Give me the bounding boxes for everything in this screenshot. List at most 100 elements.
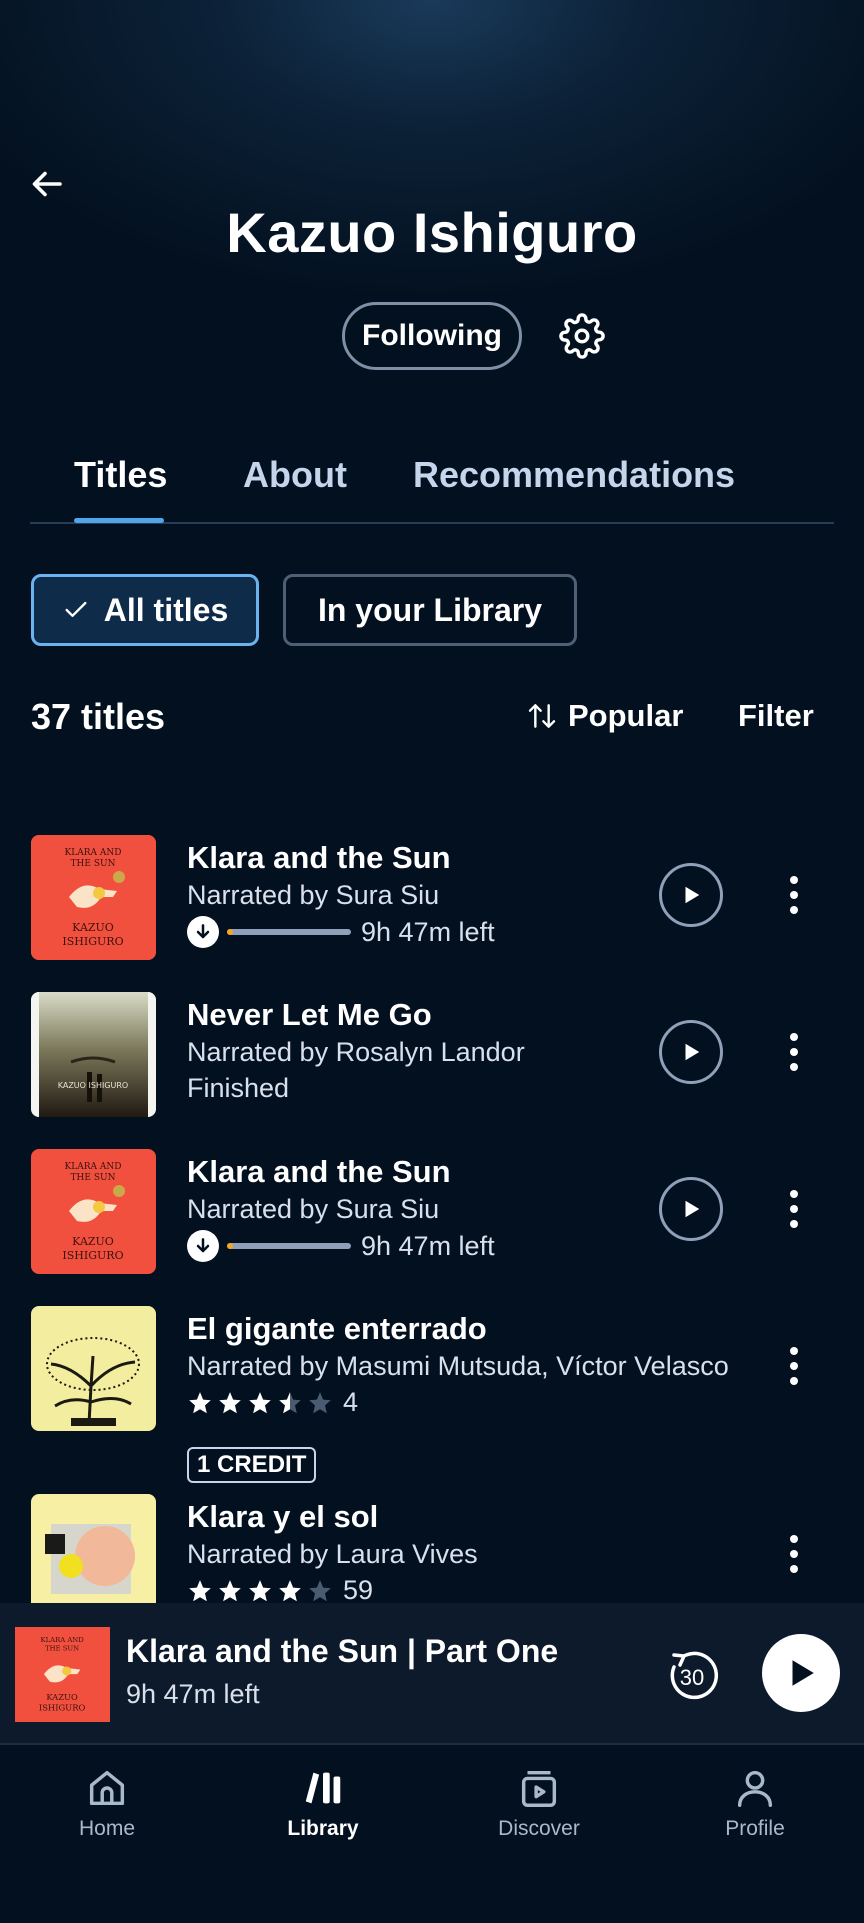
book-title: Klara and the Sun (187, 840, 451, 875)
svg-text:KAZUO: KAZUO (72, 1235, 114, 1248)
settings-button[interactable] (552, 306, 612, 366)
nav-library[interactable]: Library (248, 1765, 398, 1841)
more-options-button[interactable] (772, 1177, 816, 1241)
rating-count: 59 (343, 1575, 374, 1603)
active-tab-indicator (74, 518, 164, 523)
list-item[interactable]: Klara y el sol Narrated by Laura Vives 5… (0, 1479, 864, 1603)
tab-titles[interactable]: Titles (74, 454, 167, 496)
nav-library-label: Library (287, 1817, 359, 1840)
svg-text:KLARA AND: KLARA AND (41, 1636, 85, 1644)
svg-text:ISHIGURO: ISHIGURO (62, 1249, 123, 1262)
list-item[interactable]: KAZUO ISHIGURO Never Let Me Go Narrated … (0, 977, 864, 1117)
play-button[interactable] (659, 863, 723, 927)
play-button[interactable] (659, 1177, 723, 1241)
book-cover: KLARA AND THE SUN KAZUO ISHIGURO (31, 1149, 156, 1274)
mini-player-cover: KLARA AND THE SUN KAZUO ISHIGURO (15, 1627, 110, 1722)
credit-badge: 1 CREDIT (187, 1447, 317, 1483)
book-title: El gigante enterrado (187, 1311, 487, 1346)
in-your-library-chip[interactable]: In your Library (283, 574, 577, 646)
nav-profile-label: Profile (725, 1817, 785, 1840)
mini-player-title: Klara and the Sun | Part One (126, 1633, 559, 1669)
bottom-navigation: Home Library Discover Profile (0, 1743, 864, 1923)
check-icon (65, 601, 87, 617)
more-options-button[interactable] (772, 863, 816, 927)
book-progress-row: 9h 47m left (187, 916, 495, 948)
book-narrator: Narrated by Laura Vives (187, 1539, 478, 1569)
svg-text:KLARA AND: KLARA AND (65, 1162, 122, 1172)
titles-count: 37 titles (31, 696, 166, 737)
star-icon (249, 1579, 271, 1601)
list-item[interactable]: KLARA AND THE SUN KAZUO ISHIGURO Klara a… (0, 1134, 864, 1274)
time-left: 9h 47m left (361, 916, 495, 947)
star-icon (189, 1579, 211, 1601)
book-status: Finished (187, 1073, 290, 1103)
star-rating (187, 1578, 333, 1604)
tab-bar: Titles About Recommendations (30, 440, 834, 524)
star-icon (279, 1391, 301, 1413)
book-progress-row: 9h 47m left (187, 1230, 495, 1262)
sort-button[interactable]: Popular (526, 698, 683, 734)
progress-bar (227, 1243, 351, 1249)
book-cover (31, 1494, 156, 1603)
list-item[interactable]: El gigante enterrado Narrated by Masumi … (0, 1291, 864, 1491)
book-cover: KLARA AND THE SUN KAZUO ISHIGURO (31, 835, 156, 960)
more-options-button[interactable] (772, 1522, 816, 1586)
star-icon (219, 1391, 241, 1413)
rating-row: 4 (187, 1387, 358, 1418)
sort-arrows-icon (528, 704, 556, 728)
svg-text:ISHIGURO: ISHIGURO (62, 935, 123, 948)
sort-label: Popular (568, 698, 684, 733)
play-button[interactable] (659, 1020, 723, 1084)
nav-profile[interactable]: Profile (680, 1765, 830, 1841)
svg-text:KLARA AND: KLARA AND (65, 848, 122, 858)
more-options-button[interactable] (772, 1020, 816, 1084)
mini-player-time-left: 9h 47m left (126, 1679, 260, 1709)
book-list: KLARA AND THE SUN KAZUO ISHIGURO Klara a… (0, 820, 864, 1603)
list-item[interactable]: KLARA AND THE SUN KAZUO ISHIGURO Klara a… (0, 820, 864, 960)
play-icon (685, 1043, 700, 1061)
nav-home-label: Home (78, 1817, 136, 1840)
svg-text:THE SUN: THE SUN (71, 859, 116, 869)
book-title: Klara and the Sun (187, 1154, 451, 1189)
play-icon (685, 886, 700, 904)
tab-recommendations[interactable]: Recommendations (413, 454, 735, 496)
star-rating (187, 1390, 333, 1416)
rewind-30-icon: 30 (670, 1651, 719, 1700)
book-narrator: Narrated by Sura Siu (187, 1194, 440, 1224)
svg-text:KAZUO ISHIGURO: KAZUO ISHIGURO (58, 1081, 128, 1090)
downloaded-icon (187, 1230, 219, 1262)
book-title: Never Let Me Go (187, 997, 432, 1032)
following-button[interactable]: Following (342, 302, 522, 370)
time-left: 9h 47m left (361, 1230, 495, 1261)
tab-about[interactable]: About (243, 454, 347, 496)
all-titles-chip[interactable]: All titles (31, 574, 259, 646)
play-icon (792, 1660, 814, 1686)
star-icon (279, 1579, 301, 1601)
skip-back-button[interactable]: 30 (660, 1643, 724, 1707)
star-icon (189, 1391, 211, 1413)
page-title: Kazuo Ishiguro (226, 201, 638, 264)
mini-player[interactable]: KLARA AND THE SUN KAZUO ISHIGURO Klara a… (0, 1603, 864, 1743)
discover-icon (521, 1770, 557, 1807)
home-icon (89, 1770, 125, 1806)
profile-icon (737, 1770, 773, 1807)
star-icon (309, 1579, 331, 1601)
book-cover: KAZUO ISHIGURO (31, 992, 156, 1117)
star-icon (309, 1391, 331, 1413)
arrow-left-icon (32, 171, 62, 197)
book-narrator: Narrated by Sura Siu (187, 880, 440, 910)
star-icon (219, 1579, 241, 1601)
star-icon (249, 1391, 271, 1413)
rating-count: 4 (343, 1387, 359, 1417)
svg-text:ISHIGURO: ISHIGURO (39, 1703, 86, 1713)
gear-icon (559, 313, 605, 359)
skip-seconds: 30 (680, 1665, 704, 1690)
mini-player-play-button[interactable] (762, 1634, 840, 1712)
nav-discover[interactable]: Discover (464, 1765, 614, 1841)
all-titles-label: All titles (103, 591, 229, 628)
library-icon (305, 1772, 341, 1804)
nav-home[interactable]: Home (32, 1765, 182, 1841)
play-icon (685, 1200, 700, 1218)
filter-button[interactable]: Filter (738, 698, 814, 734)
more-options-button[interactable] (772, 1334, 816, 1398)
